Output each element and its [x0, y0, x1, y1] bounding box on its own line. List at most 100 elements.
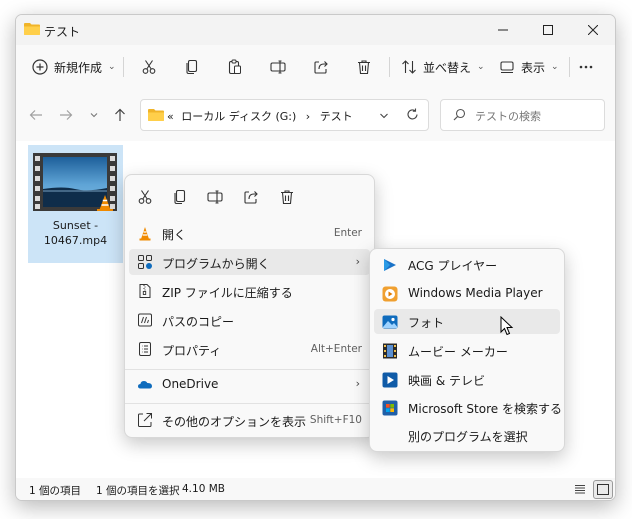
- rename-icon: [270, 60, 286, 74]
- breadcrumb-separator[interactable]: ›: [306, 110, 310, 123]
- submenu-item-movies-tv[interactable]: 映画 & テレビ: [374, 367, 560, 392]
- file-name-line2: 10467.mp4: [43, 234, 108, 247]
- search-placeholder: テストの検索: [475, 110, 541, 123]
- search-input[interactable]: テストの検索: [440, 99, 605, 131]
- breadcrumb-drive[interactable]: ローカル ディスク (G:): [181, 110, 296, 123]
- copy-button[interactable]: [184, 53, 200, 81]
- chevron-down-icon: [90, 113, 98, 118]
- submenu-item-photos[interactable]: フォト: [374, 309, 560, 334]
- sort-icon: [402, 60, 416, 74]
- forward-button[interactable]: [56, 105, 76, 125]
- up-button[interactable]: [110, 105, 130, 125]
- selection-count: 1 個の項目を選択: [96, 485, 180, 497]
- file-item[interactable]: Sunset - 10467.mp4: [28, 145, 123, 263]
- item-count: 1 個の項目: [29, 485, 82, 497]
- ctx-cut-button[interactable]: [135, 187, 155, 207]
- search-icon: [453, 108, 466, 121]
- view-button[interactable]: 表示 ⌄: [499, 53, 559, 81]
- close-icon: [587, 25, 598, 35]
- divider: [569, 57, 570, 77]
- folder-icon: [24, 23, 40, 35]
- chevron-down-icon: ⌄: [551, 62, 559, 72]
- chevron-down-icon: ⌄: [108, 62, 116, 72]
- chevron-down-icon[interactable]: [379, 111, 389, 121]
- cut-button[interactable]: [141, 53, 157, 81]
- video-thumbnail: [33, 153, 117, 211]
- menu-item-properties[interactable]: プロパティ Alt+Enter: [129, 336, 370, 362]
- breadcrumb-overflow[interactable]: «: [167, 110, 174, 123]
- back-button[interactable]: [26, 105, 46, 125]
- ctx-rename-button[interactable]: [205, 187, 225, 207]
- context-menu: 開く Enter プログラムから開く › ZIP ファイルに圧縮する パスのコピ…: [124, 174, 375, 438]
- vlc-icon: [139, 227, 151, 241]
- menu-item-open[interactable]: 開く Enter: [129, 220, 370, 246]
- delete-icon: [358, 60, 370, 75]
- onedrive-icon: [138, 381, 152, 389]
- submenu-item-windows-media-player[interactable]: Windows Media Player: [374, 281, 560, 306]
- recent-button[interactable]: [84, 105, 104, 125]
- ctx-copy-button[interactable]: [170, 187, 190, 207]
- cut-icon: [142, 60, 156, 74]
- movie-maker-icon: [383, 343, 397, 359]
- paste-icon: [228, 59, 241, 75]
- address-row: « ローカル ディスク (G:) › テスト テストの検索: [16, 89, 615, 141]
- ctx-delete-button[interactable]: [277, 187, 297, 207]
- submenu-item-choose-program[interactable]: 別のプログラムを選択: [374, 423, 560, 448]
- photos-icon: [382, 315, 398, 329]
- maximize-button[interactable]: [525, 15, 570, 45]
- share-button[interactable]: [313, 53, 329, 81]
- view-icon: [500, 61, 514, 74]
- minimize-icon: [497, 29, 508, 31]
- menu-divider: [125, 403, 374, 404]
- divider: [123, 57, 124, 77]
- store-icon: [382, 400, 398, 416]
- submenu-item-acg-player[interactable]: ACG プレイヤー: [374, 252, 560, 277]
- menu-item-open-with[interactable]: プログラムから開く ›: [129, 249, 370, 275]
- ctx-share-button[interactable]: [241, 187, 261, 207]
- paste-button[interactable]: [227, 53, 243, 81]
- minimize-button[interactable]: [480, 15, 525, 45]
- more-button[interactable]: [578, 53, 594, 81]
- details-view-icon[interactable]: [574, 483, 586, 495]
- sort-label: 並べ替え: [423, 60, 472, 75]
- chevron-right-icon: ›: [355, 377, 360, 390]
- share-icon: [314, 61, 328, 74]
- file-name-line1: Sunset -: [52, 219, 99, 232]
- zip-icon: [139, 284, 151, 298]
- open-with-icon: [138, 255, 152, 269]
- submenu-item-store-search[interactable]: Microsoft Store を検索する: [374, 395, 562, 420]
- status-bar: 1 個の項目 1 個の項目を選択 4.10 MB: [16, 478, 615, 500]
- maximize-icon: [542, 25, 553, 35]
- submenu-item-movie-maker[interactable]: ムービー メーカー: [374, 338, 560, 363]
- folder-icon: [148, 109, 164, 121]
- share-icon: [244, 191, 258, 204]
- selection-size: 4.10 MB: [182, 483, 225, 495]
- sort-button[interactable]: 並べ替え ⌄: [401, 53, 485, 81]
- delete-button[interactable]: [356, 53, 372, 81]
- arrow-left-icon: [29, 110, 42, 120]
- arrow-up-icon: [115, 108, 125, 121]
- menu-item-zip[interactable]: ZIP ファイルに圧縮する: [129, 278, 370, 304]
- more-options-icon: [138, 413, 152, 427]
- new-button[interactable]: 新規作成 ⌄: [32, 53, 116, 81]
- menu-item-onedrive[interactable]: OneDrive ›: [129, 371, 370, 397]
- close-button[interactable]: [570, 15, 615, 45]
- menu-item-copy-path[interactable]: パスのコピー: [129, 307, 370, 333]
- divider: [389, 57, 390, 77]
- copy-icon: [174, 189, 186, 205]
- rename-button[interactable]: [270, 53, 286, 81]
- open-with-submenu: ACG プレイヤー Windows Media Player フォト ムービー …: [369, 248, 565, 452]
- view-label: 表示: [521, 60, 546, 75]
- copy-path-icon: [138, 313, 152, 327]
- rename-icon: [207, 190, 223, 204]
- refresh-icon[interactable]: [406, 108, 419, 121]
- command-bar: 新規作成 ⌄ 並べ替え ⌄ 表示 ⌄: [16, 45, 615, 90]
- acg-player-icon: [384, 259, 396, 271]
- more-icon: [579, 65, 593, 69]
- address-bar[interactable]: « ローカル ディスク (G:) › テスト: [140, 99, 429, 131]
- delete-icon: [281, 190, 293, 205]
- tiles-view-button[interactable]: [593, 480, 613, 499]
- chevron-down-icon: ⌄: [477, 62, 485, 72]
- breadcrumb-folder[interactable]: テスト: [320, 110, 353, 123]
- menu-item-more-options[interactable]: その他のオプションを表示 Shift+F10: [129, 407, 370, 433]
